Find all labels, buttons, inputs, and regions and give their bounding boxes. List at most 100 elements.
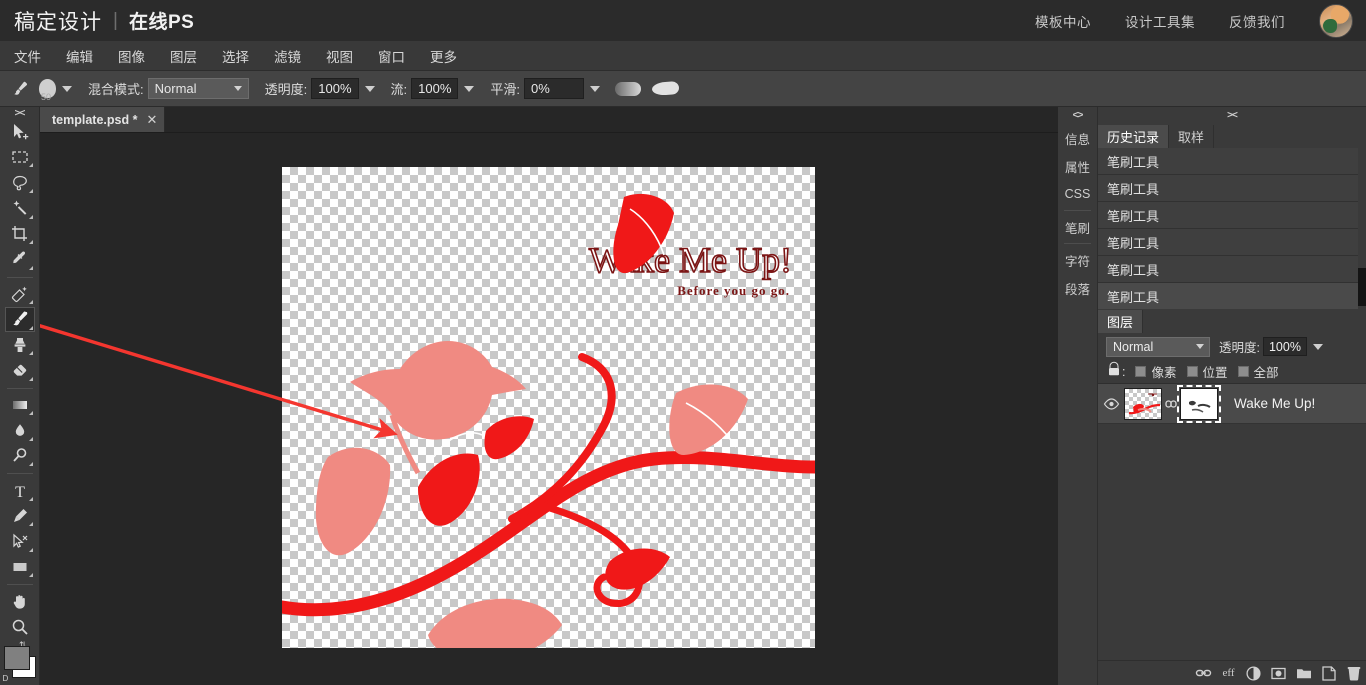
- smoothing-input[interactable]: 0%: [524, 78, 584, 99]
- layer-blend-mode-select[interactable]: Normal: [1106, 336, 1210, 357]
- pressure-size-icon[interactable]: [651, 81, 680, 96]
- sidebar-item-paragraph[interactable]: 段落: [1058, 274, 1097, 302]
- vertical-tab-strip: <> 信息 属性 CSS 笔刷 字符 段落: [1058, 107, 1098, 685]
- new-group-icon[interactable]: [1291, 661, 1316, 685]
- menu-item-view[interactable]: 视图: [315, 42, 364, 70]
- table-row[interactable]: Wake Me Up!: [1098, 384, 1366, 424]
- menu-item-window[interactable]: 窗口: [367, 42, 416, 70]
- close-icon[interactable]: ✕: [146, 112, 157, 128]
- panel-collapse-icon[interactable]: ><: [1098, 107, 1366, 124]
- lock-position-checkbox[interactable]: [1186, 366, 1198, 377]
- crop-tool[interactable]: [5, 222, 35, 247]
- history-panel-tabs: 历史记录 取样: [1098, 124, 1366, 148]
- menu-item-layer[interactable]: 图层: [159, 42, 208, 70]
- list-item[interactable]: 笔刷工具: [1098, 202, 1366, 229]
- brush-size-preview[interactable]: 50: [39, 79, 56, 102]
- dodge-tool[interactable]: [5, 444, 35, 469]
- hand-tool[interactable]: [5, 589, 35, 614]
- clone-stamp-tool[interactable]: [5, 333, 35, 358]
- sidebar-item-brushes[interactable]: 笔刷: [1058, 213, 1097, 241]
- sidebar-item-css[interactable]: CSS: [1058, 180, 1097, 208]
- eyedropper-tool[interactable]: [5, 247, 35, 272]
- foreground-color-swatch[interactable]: [3, 646, 30, 671]
- sidebar-item-info[interactable]: 信息: [1058, 124, 1097, 152]
- flow-label: 流:: [390, 82, 408, 97]
- default-colors-icon[interactable]: D: [3, 674, 9, 683]
- type-tool[interactable]: T: [5, 478, 35, 503]
- menu-item-image[interactable]: 图像: [107, 42, 156, 70]
- document-canvas[interactable]: Wake Me Up! Before you go go.: [282, 167, 815, 648]
- brand-link-tools[interactable]: 设计工具集: [1125, 11, 1195, 31]
- avatar[interactable]: [1319, 3, 1353, 38]
- toolbar-divider: [6, 276, 33, 278]
- brush-tool[interactable]: [4, 307, 35, 332]
- shape-tool[interactable]: [5, 555, 35, 580]
- opacity-input[interactable]: 100%: [311, 78, 359, 99]
- delete-layer-icon[interactable]: [1341, 661, 1366, 685]
- document-tab-template-psd[interactable]: template.psd * ✕: [40, 107, 166, 132]
- healing-brush-tool[interactable]: [5, 282, 35, 307]
- brand-logo[interactable]: 稿定设计: [14, 6, 102, 36]
- tool-submenu-indicator: [28, 325, 33, 330]
- list-item[interactable]: 笔刷工具: [1098, 283, 1366, 309]
- lock-pixels-checkbox[interactable]: [1135, 366, 1147, 377]
- list-item[interactable]: 笔刷工具: [1098, 148, 1366, 175]
- zoom-tool[interactable]: [5, 615, 35, 640]
- lasso-tool[interactable]: [5, 170, 35, 195]
- list-item[interactable]: 笔刷工具: [1098, 256, 1366, 283]
- layer-opacity-input[interactable]: 100%: [1262, 337, 1307, 356]
- menu-item-filter[interactable]: 滤镜: [263, 42, 312, 70]
- gradient-tool[interactable]: [5, 393, 35, 418]
- history-list[interactable]: 笔刷工具 笔刷工具 笔刷工具 笔刷工具 笔刷工具 笔刷工具: [1098, 148, 1366, 309]
- history-scrollbar-thumb[interactable]: [1358, 268, 1366, 306]
- list-item[interactable]: 笔刷工具: [1098, 229, 1366, 256]
- blur-tool[interactable]: [5, 418, 35, 443]
- lock-all-checkbox[interactable]: [1237, 366, 1249, 377]
- layer-list[interactable]: Wake Me Up!: [1098, 384, 1366, 620]
- layer-mask-thumbnail[interactable]: [1177, 384, 1221, 423]
- magic-wand-tool[interactable]: [5, 196, 35, 221]
- flow-chevron-down-icon[interactable]: [464, 85, 475, 92]
- flow-input[interactable]: 100%: [411, 78, 459, 99]
- airbrush-icon[interactable]: [615, 81, 641, 96]
- link-icon[interactable]: [1162, 397, 1180, 411]
- menu-item-edit[interactable]: 编辑: [55, 42, 104, 70]
- pen-tool[interactable]: [5, 504, 35, 529]
- layer-opacity-chevron-down-icon[interactable]: [1312, 343, 1323, 350]
- path-selection-tool[interactable]: [5, 529, 35, 554]
- sidebar-item-properties[interactable]: 属性: [1058, 152, 1097, 180]
- tool-submenu-indicator: [28, 573, 33, 578]
- marquee-tool[interactable]: [5, 145, 35, 170]
- menu-item-more[interactable]: 更多: [419, 42, 468, 70]
- sidebar-item-character[interactable]: 字符: [1058, 246, 1097, 274]
- tab-history[interactable]: 历史记录: [1098, 125, 1170, 148]
- menu-item-file[interactable]: 文件: [3, 42, 52, 70]
- new-layer-icon[interactable]: [1316, 661, 1341, 685]
- adjustment-layer-icon[interactable]: [1241, 661, 1266, 685]
- toolbar-collapse-icon[interactable]: ><: [0, 107, 39, 119]
- tab-layers[interactable]: 图层: [1098, 310, 1144, 333]
- layer-effects-icon[interactable]: eff: [1216, 661, 1241, 685]
- layer-mask-icon[interactable]: [1266, 661, 1291, 685]
- eye-icon[interactable]: [1098, 397, 1124, 410]
- vertical-tabs-expand-icon[interactable]: <>: [1058, 107, 1097, 124]
- smoothing-chevron-down-icon[interactable]: [590, 85, 600, 92]
- brush-icon[interactable]: [10, 79, 30, 99]
- move-tool[interactable]: [5, 119, 35, 144]
- brush-preset-chevron-down-icon[interactable]: [62, 85, 72, 92]
- menu-item-select[interactable]: 选择: [211, 42, 260, 70]
- brand-link-feedback[interactable]: 反馈我们: [1229, 11, 1285, 31]
- history-scrollbar-track[interactable]: [1358, 148, 1366, 309]
- tab-sampling[interactable]: 取样: [1169, 125, 1215, 148]
- eraser-tool[interactable]: [5, 358, 35, 383]
- opacity-chevron-down-icon[interactable]: [364, 85, 375, 92]
- toolbar-divider: [6, 473, 33, 475]
- layer-thumbnail[interactable]: [1124, 387, 1162, 420]
- list-item[interactable]: 笔刷工具: [1098, 175, 1366, 202]
- canvas-area[interactable]: Wake Me Up! Before you go go.: [40, 133, 1058, 685]
- color-swatches[interactable]: ⇅ D: [3, 640, 37, 685]
- blend-mode-select[interactable]: Normal: [147, 78, 249, 99]
- tool-submenu-indicator: [28, 188, 33, 193]
- brand-link-templates[interactable]: 模板中心: [1035, 11, 1091, 31]
- link-layers-icon[interactable]: [1191, 661, 1216, 685]
